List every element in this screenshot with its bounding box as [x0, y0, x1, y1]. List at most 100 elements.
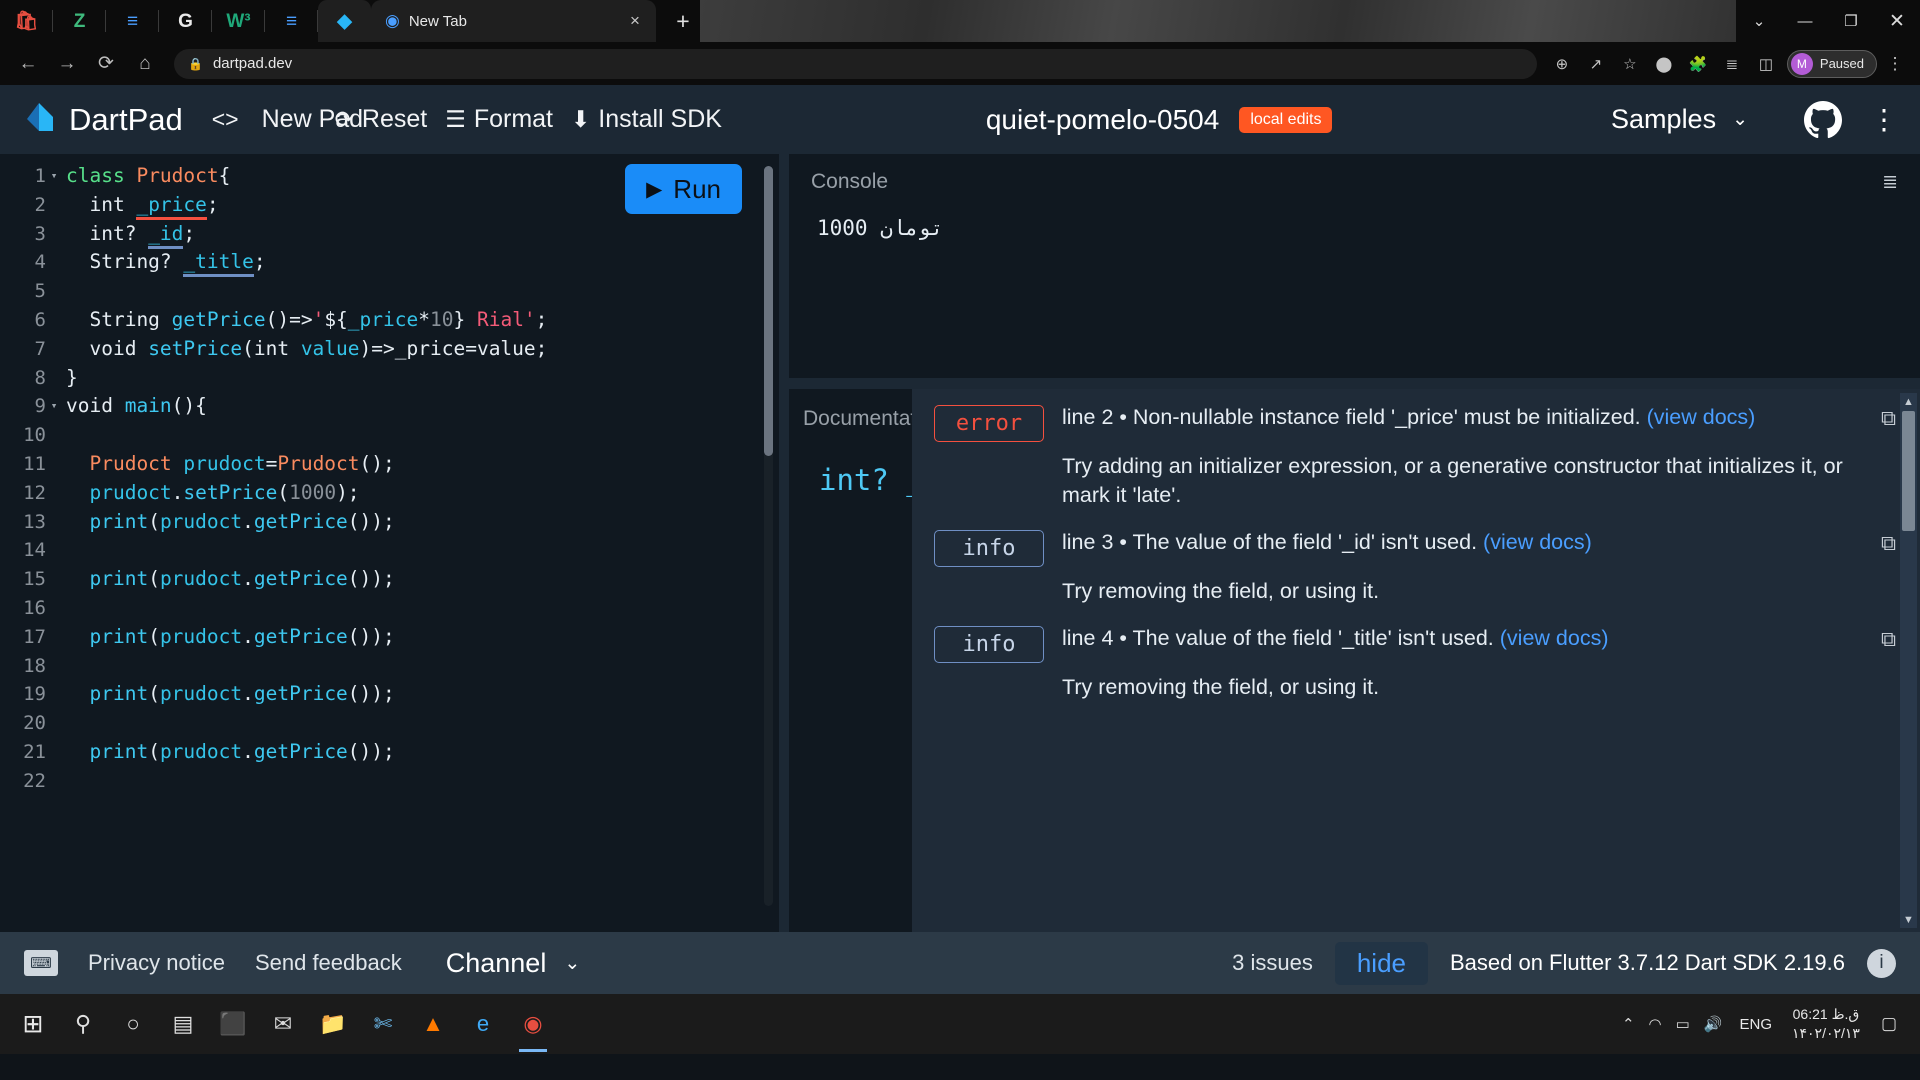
send-feedback-link[interactable]: Send feedback — [255, 950, 402, 976]
zoom-icon[interactable]: ⊕ — [1548, 50, 1576, 78]
code-line[interactable]: 22 — [0, 767, 779, 796]
back-icon[interactable]: ← — [10, 46, 46, 82]
code-line[interactable]: 3 int? _id; — [0, 220, 779, 249]
side-panel-icon[interactable]: ◫ — [1752, 50, 1780, 78]
taskbar-edge-icon[interactable]: e — [458, 994, 508, 1054]
code-line[interactable]: 7 void setPrice(int value)=>_price=value… — [0, 335, 779, 364]
scroll-up-arrow-icon[interactable]: ▲ — [1903, 393, 1914, 410]
notifications-icon[interactable]: ▢ — [1872, 1014, 1906, 1034]
run-button[interactable]: ▶ Run — [625, 164, 742, 214]
code-line[interactable]: 16 — [0, 594, 779, 623]
copy-issue-icon[interactable]: ⧉ — [1881, 532, 1896, 556]
profile-chip[interactable]: M Paused — [1786, 49, 1877, 78]
share-icon[interactable]: ↗ — [1582, 50, 1610, 78]
clear-console-icon[interactable]: ≣ — [1882, 171, 1898, 194]
code-line[interactable]: 5 — [0, 277, 779, 306]
expand-window-icon[interactable]: ⌄ — [1736, 0, 1782, 42]
extensions-puzzle-icon[interactable]: 🧩 — [1684, 50, 1712, 78]
taskbar-microsoft-store-icon[interactable]: ⬛ — [208, 994, 258, 1054]
taskbar-chrome-icon[interactable]: ◉ — [508, 994, 558, 1054]
issues-scrollbar-thumb[interactable] — [1902, 411, 1915, 531]
new-pad-button[interactable]: New Pad — [248, 106, 363, 133]
code-line[interactable]: 18 — [0, 652, 779, 681]
code-line[interactable]: 20 — [0, 709, 779, 738]
show-hidden-icons[interactable]: ⌃ — [1615, 1015, 1642, 1033]
pinned-tab-fastmail-icon[interactable]: ≡ — [106, 0, 159, 42]
issues-scrollbar[interactable]: ▲ ▼ — [1900, 393, 1917, 928]
volume-icon[interactable]: 🔊 — [1697, 1015, 1730, 1033]
close-window-icon[interactable]: ✕ — [1874, 0, 1920, 42]
code-line[interactable]: 10 — [0, 421, 779, 450]
minimize-window-icon[interactable]: — — [1782, 0, 1828, 42]
github-icon[interactable] — [1804, 100, 1842, 139]
embed-code-button[interactable]: <> — [203, 106, 248, 133]
code-line[interactable]: 9 ▾ void main(){ — [0, 392, 779, 421]
code-line[interactable]: 13 print(prudoct.getPrice()); — [0, 508, 779, 537]
code-line[interactable]: 19 print(prudoct.getPrice()); — [0, 680, 779, 709]
taskbar-vlc-icon[interactable]: ▲ — [408, 994, 458, 1054]
more-options-icon[interactable]: ⋮ — [1870, 103, 1898, 136]
view-docs-link[interactable]: (view docs) — [1483, 530, 1592, 554]
copy-issue-icon[interactable]: ⧉ — [1881, 628, 1896, 652]
battery-icon[interactable]: ▭ — [1669, 1015, 1697, 1033]
code-line[interactable]: 8} — [0, 364, 779, 393]
forward-icon[interactable]: → — [49, 46, 85, 82]
format-button[interactable]: ☰ Format — [436, 105, 562, 134]
start-button[interactable]: ⊞ — [8, 994, 58, 1054]
code-line[interactable]: 12 prudoct.setPrice(1000); — [0, 479, 779, 508]
taskbar-mail-icon[interactable]: ✉ — [258, 994, 308, 1054]
new-tab-button[interactable]: + — [666, 4, 700, 38]
pinned-tab-dartpad-icon[interactable]: ◆ — [318, 0, 371, 42]
privacy-notice-link[interactable]: Privacy notice — [88, 950, 225, 976]
browser-menu-icon[interactable]: ⋮ — [1880, 54, 1910, 74]
install-sdk-button[interactable]: ⬇ Install SDK — [562, 106, 722, 133]
address-bar[interactable]: 🔒 dartpad.dev — [174, 48, 1537, 79]
bookmark-star-icon[interactable]: ☆ — [1616, 50, 1644, 78]
issue-row[interactable]: info line 3 • The value of the field '_id… — [912, 520, 1920, 575]
fold-toggle-icon[interactable]: ▾ — [46, 162, 62, 191]
issue-row[interactable]: error line 2 • Non-nullable instance fiel… — [912, 395, 1920, 450]
taskbar-task-view-icon[interactable]: ▤ — [158, 994, 208, 1054]
clock[interactable]: ق.ظ 06:21 ۱۴۰۲/۰۲/۱۳ — [1782, 1005, 1870, 1043]
reset-button[interactable]: ⟳ Reset — [326, 105, 437, 134]
code-line[interactable]: 6 String getPrice()=>'${_price*10} Rial'… — [0, 306, 779, 335]
issue-row[interactable]: info line 4 • The value of the field '_ti… — [912, 616, 1920, 671]
active-browser-tab[interactable]: ◉ New Tab × — [371, 0, 656, 42]
pinned-tab-google-icon[interactable]: G — [159, 0, 212, 42]
samples-dropdown-label[interactable]: Samples — [1611, 104, 1716, 135]
pinned-tab-w3-icon[interactable]: W³ — [212, 0, 265, 42]
hide-issues-button[interactable]: hide — [1334, 941, 1428, 985]
view-docs-link[interactable]: (view docs) — [1647, 405, 1756, 429]
fold-toggle-icon[interactable]: ▾ — [46, 392, 62, 421]
taskbar-cortana-icon[interactable]: ○ — [108, 994, 158, 1054]
editor-scrollbar[interactable] — [764, 166, 773, 906]
editor-scrollbar-thumb[interactable] — [764, 166, 773, 456]
pinned-tab-fastmail-alt-icon[interactable]: ≡ — [265, 0, 318, 42]
vertical-splitter[interactable] — [779, 154, 789, 932]
pinned-tab-zotero-icon[interactable]: Z — [53, 0, 106, 42]
reload-icon[interactable]: ⟳ — [88, 46, 124, 82]
code-line[interactable]: 17 print(prudoct.getPrice()); — [0, 623, 779, 652]
code-line[interactable]: 21 print(prudoct.getPrice()); — [0, 738, 779, 767]
info-icon[interactable]: i — [1867, 948, 1896, 978]
code-line[interactable]: 14 — [0, 536, 779, 565]
code-line[interactable]: 11 Prudoct prudoct=Prudoct(); — [0, 450, 779, 479]
language-indicator[interactable]: ENG — [1731, 1016, 1780, 1033]
pinned-tab-shopping-bag-icon[interactable]: 🛍 — [0, 0, 53, 42]
keyboard-shortcuts-icon[interactable]: ⌨ — [24, 950, 58, 976]
home-icon[interactable]: ⌂ — [127, 46, 163, 82]
maximize-window-icon[interactable]: ❐ — [1828, 0, 1874, 42]
code-lines-container[interactable]: 1 ▾ class Prudoct{2 int _price; 3 int? _id;… — [0, 154, 779, 932]
issues-panel[interactable]: error line 2 • Non-nullable instance fiel… — [912, 389, 1920, 932]
code-editor-pane[interactable]: 1 ▾ class Prudoct{2 int _price; 3 int? _id;… — [0, 154, 779, 932]
copy-issue-icon[interactable]: ⧉ — [1881, 407, 1896, 431]
taskbar-search-icon[interactable]: ⚲ — [58, 994, 108, 1054]
view-docs-link[interactable]: (view docs) — [1500, 626, 1609, 650]
reading-list-icon[interactable]: ≣ — [1718, 50, 1746, 78]
dartpad-logo[interactable]: DartPad — [22, 100, 183, 139]
horizontal-splitter[interactable] — [789, 378, 1920, 389]
extension-pill-icon[interactable]: ⬤ — [1650, 50, 1678, 78]
scroll-down-arrow-icon[interactable]: ▼ — [1903, 911, 1914, 928]
chevron-down-icon[interactable]: ⌄ — [1732, 108, 1748, 131]
close-tab-icon[interactable]: × — [622, 8, 648, 34]
